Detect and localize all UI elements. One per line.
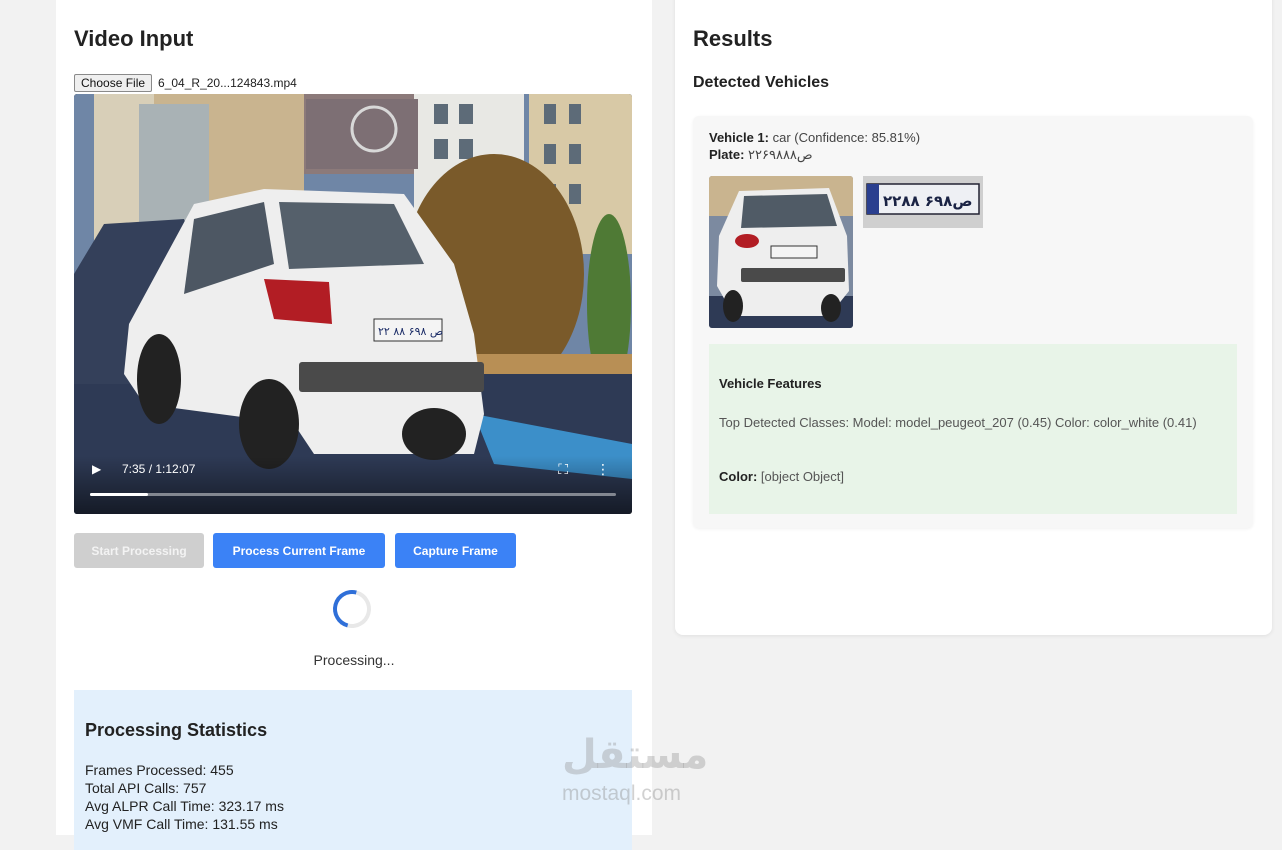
fullscreen-icon[interactable]: ⛶ — [558, 461, 568, 478]
video-player[interactable]: ۲۲ ص ۶۹۸ ۸۸ ▶ 7:35 / 1:12:07 ⛶ ⋮ — [74, 94, 632, 514]
video-plate-text: ۲۲ ص ۶۹۸ ۸۸ — [378, 325, 443, 338]
processing-statistics: Processing Statistics Frames Processed: … — [74, 690, 632, 850]
video-input-title: Video Input — [74, 26, 194, 51]
vehicle-card: Vehicle 1: car (Confidence: 85.81%) Plat… — [693, 116, 1253, 528]
vehicle-features: Vehicle Features Top Detected Classes: M… — [709, 344, 1237, 514]
stat-vmf-time: Avg VMF Call Time: 131.55 ms — [85, 816, 278, 832]
stat-frames: Frames Processed: 455 — [85, 762, 234, 778]
plate-value: ۲۲ص۶۹۸۸۸ — [748, 147, 813, 162]
watermark-logo-latin: mostaql.com — [562, 782, 682, 805]
vehicle-color: Color: [object Object] — [719, 468, 1219, 486]
top-detected-classes: Top Detected Classes: Model: model_peuge… — [719, 415, 1197, 430]
video-time: 7:35 / 1:12:07 — [122, 462, 196, 476]
capture-frame-button[interactable]: Capture Frame — [395, 533, 516, 568]
vehicle-label: Vehicle 1: — [709, 130, 769, 145]
stat-api-calls: Total API Calls: 757 — [85, 780, 207, 796]
features-title: Vehicle Features — [719, 376, 822, 391]
choose-file-button[interactable]: Choose File — [74, 74, 153, 92]
file-input[interactable]: Choose File 6_04_R_20...124843.mp4 — [74, 74, 297, 92]
processing-status: Processing... — [313, 652, 395, 668]
file-name: 6_04_R_20...124843.mp4 — [158, 76, 297, 90]
plate-label: Plate: — [709, 147, 745, 162]
results-panel: Results Detected Vehicles Vehicle 1: car… — [675, 0, 1272, 635]
video-progress — [90, 493, 148, 496]
more-options-icon[interactable]: ⋮ — [596, 461, 610, 478]
stats-title: Processing Statistics — [85, 720, 268, 740]
plate-crop-image: ۲۲ص۶۹۸ ۸۸ — [863, 176, 983, 228]
loading-spinner-icon — [326, 583, 378, 635]
process-current-frame-button[interactable]: Process Current Frame — [213, 533, 385, 568]
color-value: [object Object] — [760, 469, 845, 484]
detected-vehicles-title: Detected Vehicles — [693, 74, 830, 91]
video-input-panel: Video Input Choose File 6_04_R_20...1248… — [56, 0, 652, 850]
vehicle-description: car (Confidence: 85.81%) — [772, 130, 921, 145]
plate-crop-text: ۲۲ص۶۹۸ ۸۸ — [883, 192, 973, 210]
vehicle-plate: Plate: ۲۲ص۶۹۸۸۸ — [709, 147, 813, 163]
play-icon[interactable]: ▶ — [92, 462, 101, 476]
results-title: Results — [693, 26, 773, 51]
vehicle-crop-image — [709, 176, 853, 328]
start-processing-button[interactable]: Start Processing — [74, 533, 204, 568]
stat-alpr-time: Avg ALPR Call Time: 323.17 ms — [85, 798, 284, 814]
vehicle-summary: Vehicle 1: car (Confidence: 85.81%) — [709, 130, 920, 145]
video-seek-bar[interactable] — [90, 493, 616, 496]
video-controls: ▶ 7:35 / 1:12:07 ⛶ ⋮ — [74, 456, 632, 514]
watermark-logo-arabic: مستقل — [562, 733, 709, 777]
video-frame: ۲۲ ص ۶۹۸ ۸۸ — [74, 94, 632, 514]
color-label: Color: — [719, 469, 758, 484]
